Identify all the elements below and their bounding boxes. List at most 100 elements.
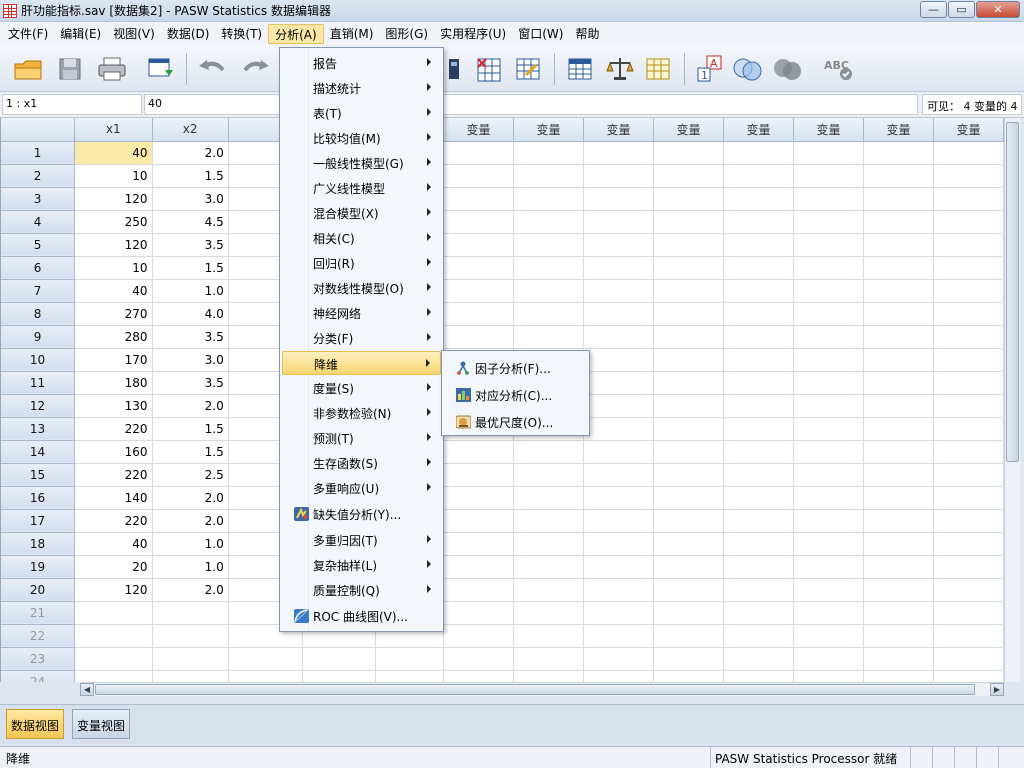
column-header-x1[interactable]: x1 (74, 118, 153, 142)
empty-cell[interactable] (863, 233, 934, 257)
row-header[interactable]: 24 (1, 670, 76, 682)
row-header[interactable]: 16 (1, 486, 76, 510)
horizontal-scroll-thumb[interactable] (95, 684, 975, 695)
empty-cell[interactable] (933, 578, 1004, 602)
empty-cell[interactable] (583, 187, 654, 211)
empty-cell[interactable] (863, 256, 934, 280)
empty-cell[interactable] (863, 624, 934, 648)
empty-cell[interactable] (653, 279, 724, 303)
tab-variable-view[interactable]: 变量视图 (72, 709, 131, 739)
cell-x2[interactable]: 1.5 (152, 256, 229, 280)
cell-x1[interactable]: 270 (74, 302, 153, 326)
empty-cell[interactable] (723, 325, 794, 349)
row-header[interactable]: 10 (1, 348, 76, 372)
empty-cell[interactable] (723, 187, 794, 211)
cell-x1[interactable]: 220 (74, 417, 153, 441)
value-labels-icon[interactable]: A1 (694, 53, 726, 85)
empty-cell[interactable] (443, 187, 515, 211)
empty-cell[interactable] (723, 647, 794, 671)
empty-cell[interactable] (723, 164, 794, 188)
empty-cell[interactable] (723, 141, 794, 165)
insert-cases-icon[interactable] (472, 53, 504, 85)
empty-cell[interactable] (863, 578, 934, 602)
empty-cell[interactable] (863, 279, 934, 303)
row-header[interactable]: 4 (1, 210, 76, 234)
grid-corner[interactable] (1, 118, 76, 142)
empty-cell[interactable] (513, 279, 585, 303)
cell-x2[interactable]: 1.0 (152, 555, 229, 579)
empty-cell[interactable] (863, 371, 934, 395)
empty-cell[interactable] (583, 463, 654, 487)
empty-cell[interactable] (583, 509, 654, 533)
empty-cell[interactable] (513, 463, 585, 487)
empty-cell[interactable] (793, 578, 864, 602)
cell-x2[interactable] (152, 624, 229, 648)
empty-cell[interactable] (228, 647, 303, 671)
empty-cell[interactable] (723, 210, 794, 234)
empty-cell[interactable] (723, 256, 794, 280)
menu-item[interactable]: 报告 (282, 51, 441, 75)
empty-cell[interactable] (793, 486, 864, 510)
empty-cell[interactable] (933, 256, 1004, 280)
menu-help[interactable]: 帮助 (569, 24, 605, 44)
cell-x2[interactable]: 2.0 (152, 394, 229, 418)
cell-x1[interactable]: 220 (74, 509, 153, 533)
cell-x2[interactable] (152, 670, 229, 682)
empty-cell[interactable] (723, 463, 794, 487)
empty-cell[interactable] (653, 670, 724, 682)
row-header[interactable]: 3 (1, 187, 76, 211)
empty-cell[interactable] (583, 624, 654, 648)
cell-x2[interactable]: 3.0 (152, 348, 229, 372)
cell-x1[interactable] (74, 601, 153, 625)
empty-cell[interactable] (863, 486, 934, 510)
row-header[interactable]: 6 (1, 256, 76, 280)
empty-cell[interactable] (583, 164, 654, 188)
cell-x2[interactable] (152, 647, 229, 671)
row-header[interactable]: 11 (1, 371, 76, 395)
cell-x1[interactable]: 120 (74, 233, 153, 257)
empty-cell[interactable] (583, 532, 654, 556)
row-header[interactable]: 19 (1, 555, 76, 579)
empty-cell[interactable] (653, 647, 724, 671)
split-file-icon[interactable] (564, 53, 596, 85)
empty-cell[interactable] (793, 325, 864, 349)
empty-cell[interactable] (653, 164, 724, 188)
menu-item[interactable]: 回归(R) (282, 251, 441, 275)
empty-cell[interactable] (793, 348, 864, 372)
empty-cell[interactable] (513, 210, 585, 234)
cell-x1[interactable]: 20 (74, 555, 153, 579)
empty-cell[interactable] (793, 440, 864, 464)
menu-item[interactable]: 对数线性模型(O) (282, 276, 441, 300)
empty-cell[interactable] (653, 486, 724, 510)
cell-x1[interactable]: 140 (74, 486, 153, 510)
empty-cell[interactable] (723, 532, 794, 556)
cell-x2[interactable]: 4.5 (152, 210, 229, 234)
empty-cell[interactable] (443, 141, 515, 165)
row-header[interactable]: 13 (1, 417, 76, 441)
cell-x2[interactable]: 2.5 (152, 463, 229, 487)
empty-cell[interactable] (863, 555, 934, 579)
empty-cell[interactable] (583, 440, 654, 464)
menu-item-correspondence-analysis[interactable]: 对应分析(C)... (444, 381, 588, 407)
cell-x1[interactable]: 280 (74, 325, 153, 349)
row-header[interactable]: 23 (1, 647, 76, 671)
cell-x1[interactable]: 120 (74, 187, 153, 211)
empty-cell[interactable] (933, 624, 1004, 648)
empty-cell[interactable] (513, 233, 585, 257)
empty-cell[interactable] (793, 509, 864, 533)
empty-cell[interactable] (933, 348, 1004, 372)
empty-cell[interactable] (583, 141, 654, 165)
empty-cell[interactable] (653, 325, 724, 349)
cell-x1[interactable]: 10 (74, 164, 153, 188)
empty-cell[interactable] (793, 302, 864, 326)
use-variable-sets-icon[interactable] (732, 53, 764, 85)
cell-x2[interactable]: 2.0 (152, 578, 229, 602)
menu-item[interactable]: 神经网络 (282, 301, 441, 325)
empty-cell[interactable] (723, 486, 794, 510)
column-header-variable[interactable]: 变量 (583, 118, 654, 142)
empty-cell[interactable] (375, 670, 445, 682)
empty-cell[interactable] (513, 670, 585, 682)
empty-cell[interactable] (793, 555, 864, 579)
cell-x1[interactable] (74, 647, 153, 671)
empty-cell[interactable] (443, 486, 515, 510)
